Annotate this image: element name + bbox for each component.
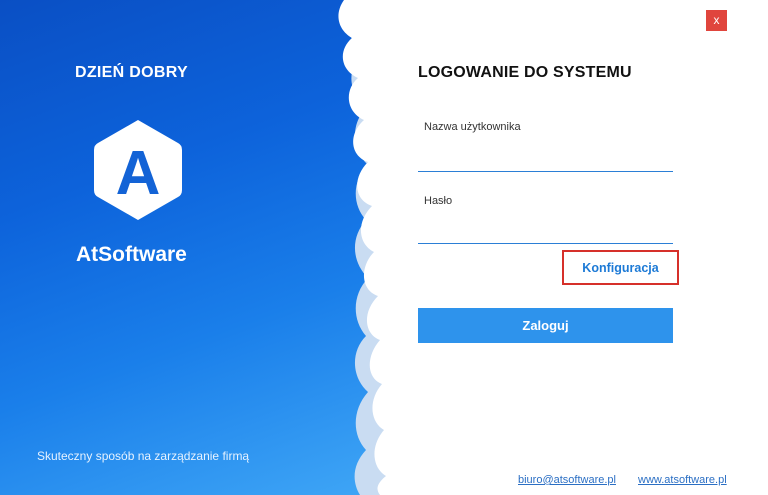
login-title: LOGOWANIE DO SYSTEMU [418, 64, 632, 81]
greeting-heading: DZIEŃ DOBRY [75, 64, 188, 81]
website-link[interactable]: www.atsoftware.pl [638, 474, 727, 486]
password-label: Hasło [424, 195, 453, 207]
tagline: Skuteczny sposób na zarządzanie firmą [37, 449, 250, 463]
brand-name: AtSoftware [76, 243, 187, 266]
password-input[interactable] [418, 221, 673, 244]
close-button[interactable]: x [706, 10, 727, 31]
login-button[interactable]: Zaloguj [418, 308, 673, 343]
username-input[interactable] [418, 149, 673, 172]
username-label: Nazwa użytkownika [424, 121, 521, 133]
logo-letter: A [116, 139, 161, 208]
configuration-link[interactable]: Konfiguracja [562, 250, 679, 285]
email-link[interactable]: biuro@atsoftware.pl [518, 474, 616, 486]
atsoftware-logo-icon: A [94, 120, 182, 220]
